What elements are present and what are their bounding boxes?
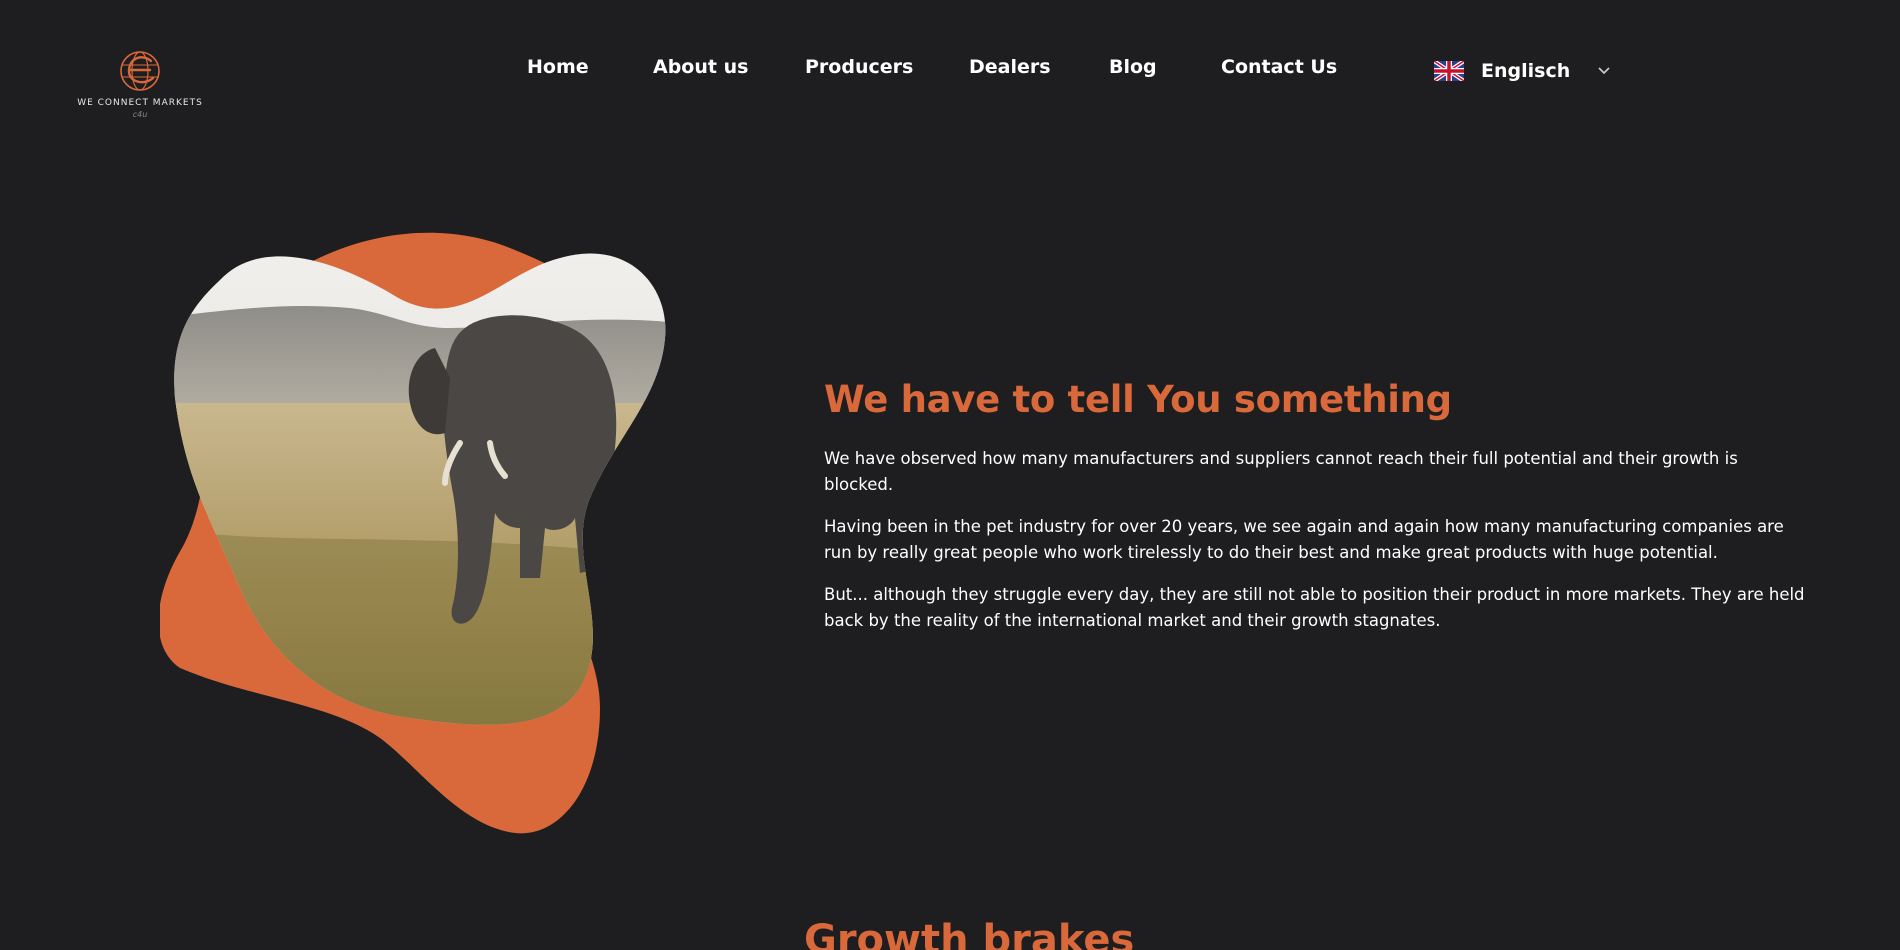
hero-image [158,228,760,838]
uk-flag-icon [1434,61,1464,81]
nav-blog[interactable]: Blog [1109,56,1157,78]
logo-subtext: c4u [132,110,148,119]
hero-paragraph: We have observed how many manufacturers … [824,449,1738,494]
hero-paragraph: Having been in the pet industry for over… [824,517,1784,562]
language-label: Englisch [1481,60,1571,82]
main-nav: Home About us Producers Dealers Blog Con… [0,56,1900,86]
hero-paragraph: But... although they struggle every day,… [824,585,1805,630]
nav-contact-us[interactable]: Contact Us [1221,56,1337,78]
nav-producers[interactable]: Producers [805,56,913,78]
elephant-photo [158,232,666,834]
page: WE CONNECT MARKETS c4u Home About us Pro… [0,0,1900,950]
hero-text-block: We have to tell You something We have ob… [824,378,1808,650]
nav-about-us[interactable]: About us [653,56,748,78]
section-title-growth-brakes: Growth brakes [804,917,1135,950]
language-selector[interactable]: Englisch [1434,56,1610,86]
nav-home[interactable]: Home [527,56,589,78]
logo-text: WE CONNECT MARKETS [77,98,203,108]
hero-title: We have to tell You something [824,378,1452,421]
chevron-down-icon [1598,67,1610,75]
nav-dealers[interactable]: Dealers [969,56,1051,78]
